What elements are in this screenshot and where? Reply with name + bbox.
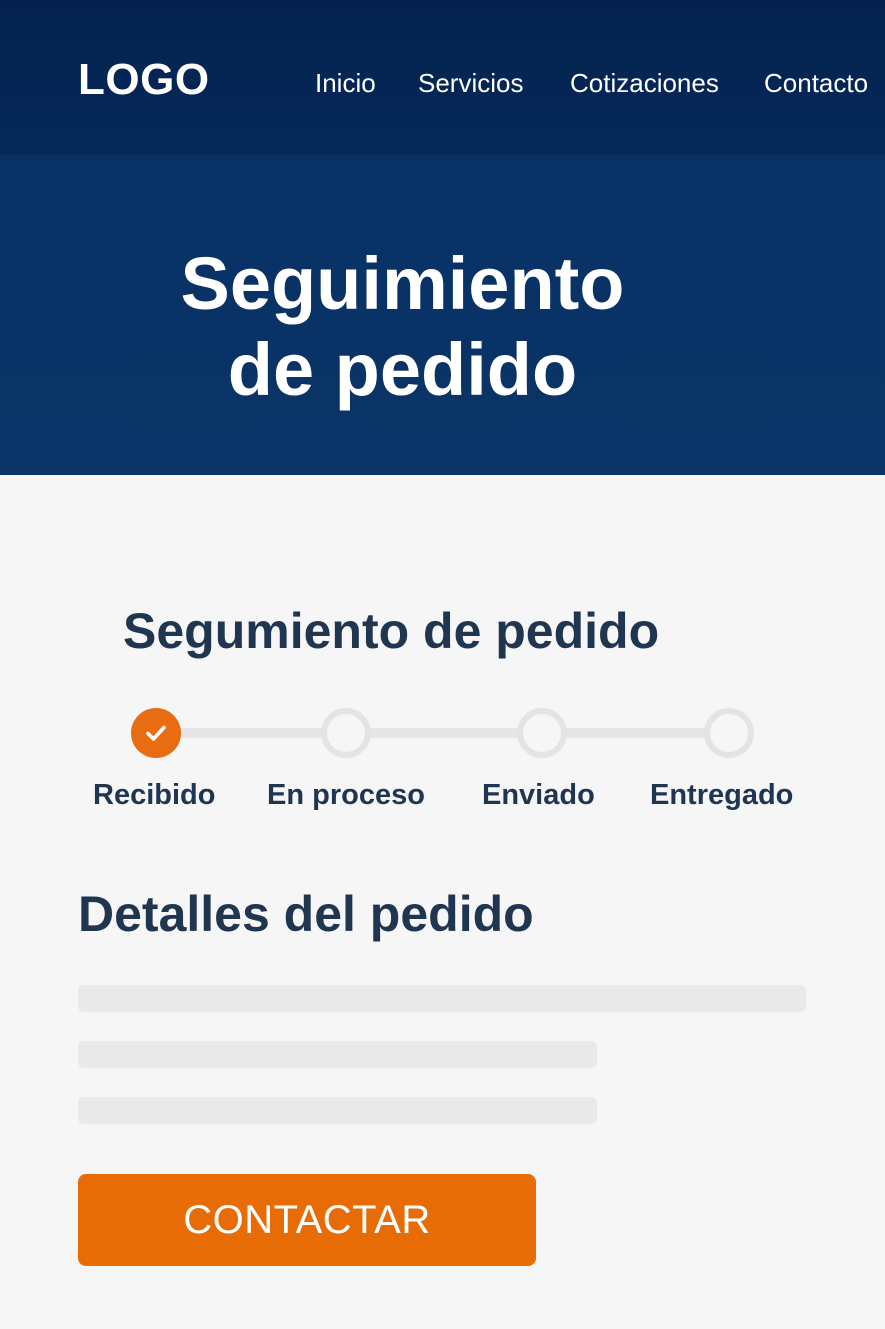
hero-banner: Seguimiento de pedido — [0, 155, 885, 475]
step-label-recibido: Recibido — [93, 779, 216, 811]
step-recibido-indicator — [131, 708, 181, 758]
nav-link-contacto[interactable]: Contacto — [764, 68, 868, 99]
nav-link-inicio[interactable]: Inicio — [315, 68, 376, 99]
top-navbar: LOGO Inicio Servicios Cotizaciones Conta… — [0, 0, 885, 155]
tracking-title: Segumiento de pedido — [123, 603, 660, 659]
contact-button[interactable]: CONTACTAR — [78, 1174, 536, 1266]
progress-track — [158, 728, 730, 738]
step-label-en-proceso: En proceso — [267, 779, 425, 811]
logo[interactable]: LOGO — [78, 55, 210, 105]
main-content: Segumiento de pedido Recibido En proceso… — [0, 475, 885, 1329]
details-title: Detalles del pedido — [78, 886, 534, 942]
hero-title: Seguimiento de pedido — [0, 241, 805, 413]
hero-title-line1: Seguimiento — [180, 242, 625, 325]
step-label-entregado: Entregado — [650, 779, 794, 811]
nav-link-servicios[interactable]: Servicios — [418, 68, 523, 99]
check-icon — [146, 725, 166, 741]
step-label-enviado: Enviado — [482, 779, 595, 811]
step-enviado-indicator — [517, 708, 567, 758]
details-placeholder-line — [78, 1041, 597, 1068]
nav-link-cotizaciones[interactable]: Cotizaciones — [570, 68, 719, 99]
hero-title-line2: de pedido — [227, 328, 578, 411]
step-entregado-indicator — [704, 708, 754, 758]
details-placeholder-line — [78, 985, 806, 1012]
step-en-proceso-indicator — [321, 708, 371, 758]
details-placeholder-line — [78, 1097, 597, 1124]
